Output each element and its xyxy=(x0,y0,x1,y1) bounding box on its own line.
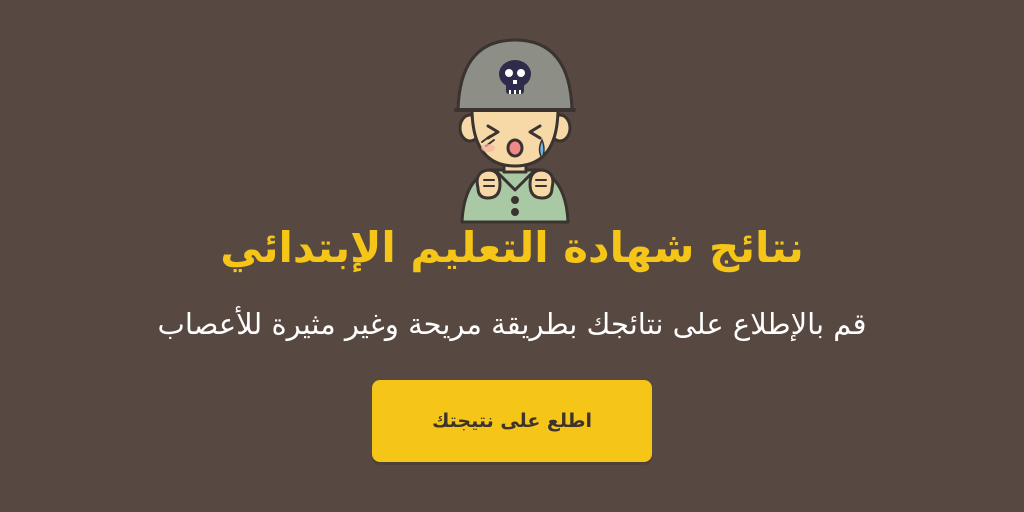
banner: نتائج شهادة التعليم الإبتدائي قم بالإطلا… xyxy=(0,0,1024,512)
page-subtitle: قم بالإطلاع على نتائجك بطريقة مريحة وغير… xyxy=(157,307,867,341)
page-title: نتائج شهادة التعليم الإبتدائي xyxy=(220,223,804,272)
crying-soldier-kid-icon xyxy=(454,38,576,224)
view-result-button[interactable]: اطلع على نتيجتك xyxy=(372,380,652,462)
